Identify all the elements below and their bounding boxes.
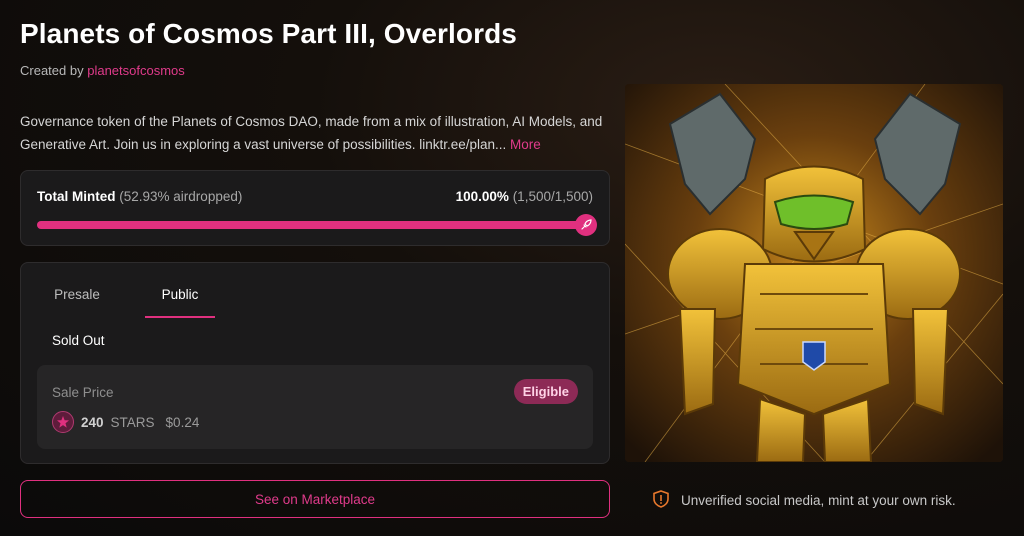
nft-artwork: [625, 84, 1003, 462]
stars-token-icon: [52, 411, 74, 433]
sale-price-box: Sale Price Eligible 240 STARS $0.24: [37, 365, 593, 449]
rocket-icon: [575, 214, 597, 236]
risk-warning: Unverified social media, mint at your ow…: [653, 490, 956, 511]
mint-stats: 100.00% (1,500/1,500): [456, 189, 593, 204]
collection-description: Governance token of the Planets of Cosmo…: [20, 110, 610, 156]
creator-line: Created by planetsofcosmos: [20, 63, 185, 78]
more-link[interactable]: More: [510, 137, 541, 152]
mint-progress-bar: [37, 214, 597, 236]
collection-title: Planets of Cosmos Part III, Overlords: [20, 18, 517, 49]
price-unit: STARS: [110, 414, 155, 430]
mint-count: (1,500/1,500): [512, 189, 593, 204]
mint-progress-card: Total Minted (52.93% airdropped) 100.00%…: [20, 170, 610, 246]
eligible-badge: Eligible: [513, 379, 578, 404]
shield-warning-icon: [653, 490, 669, 511]
created-by-label: Created by: [20, 63, 84, 78]
mint-progress-fill: [37, 221, 593, 229]
warning-text: Unverified social media, mint at your ow…: [681, 493, 956, 508]
price-row: 240 STARS $0.24: [52, 411, 199, 433]
creator-link[interactable]: planetsofcosmos: [87, 63, 185, 78]
mint-percent: 100.00%: [455, 189, 509, 204]
mint-label: Total Minted (52.93% airdropped): [37, 189, 242, 204]
sale-status: Sold Out: [52, 333, 105, 348]
price-usd: $0.24: [165, 414, 200, 430]
sale-card: Presale Public Sold Out Sale Price Eligi…: [20, 262, 610, 464]
sale-price-label: Sale Price: [52, 385, 114, 400]
tab-presale[interactable]: Presale: [51, 287, 103, 316]
airdropped-text: (52.93% airdropped): [119, 189, 243, 204]
total-minted-label: Total Minted: [37, 189, 116, 204]
tab-public[interactable]: Public: [145, 287, 215, 318]
see-on-marketplace-button[interactable]: See on Marketplace: [20, 480, 610, 518]
price-amount: 240: [81, 414, 104, 430]
